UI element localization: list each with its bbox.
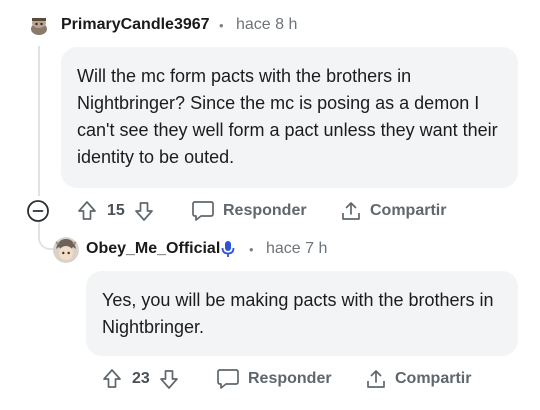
user-avatar[interactable] xyxy=(26,12,52,38)
collapse-button[interactable] xyxy=(26,199,50,228)
separator-dot: • xyxy=(219,18,224,33)
downvote-icon xyxy=(159,370,178,389)
reply-label: Responder xyxy=(248,370,332,387)
share-label: Compartir xyxy=(395,370,472,387)
comment-bubble-icon xyxy=(192,201,214,221)
upvote-icon xyxy=(78,201,96,220)
share-button[interactable]: Compartir xyxy=(340,200,446,222)
vote-controls: 15 xyxy=(76,200,155,222)
comment-body: Yes, you will be making pacts with the b… xyxy=(86,271,518,356)
share-icon xyxy=(367,370,385,388)
comment-text: Yes, you will be making pacts with the b… xyxy=(102,290,494,337)
reply-button[interactable]: Responder xyxy=(216,368,332,390)
anime-avatar-icon xyxy=(53,237,79,263)
mod-badge xyxy=(219,239,237,264)
timestamp[interactable]: hace 8 h xyxy=(236,16,297,34)
separator-dot: • xyxy=(249,242,254,257)
thread-line xyxy=(38,46,40,196)
share-label: Compartir xyxy=(370,202,447,219)
share-button[interactable]: Compartir xyxy=(365,368,471,390)
vote-score: 15 xyxy=(107,202,125,219)
microphone-icon xyxy=(221,241,235,257)
username[interactable]: PrimaryCandle3967 xyxy=(61,16,210,34)
downvote-button[interactable] xyxy=(133,200,155,222)
vote-score: 23 xyxy=(132,370,150,387)
snoo-avatar-icon xyxy=(26,12,52,38)
upvote-button[interactable] xyxy=(101,368,123,390)
user-avatar[interactable] xyxy=(53,237,79,263)
reply-button[interactable]: Responder xyxy=(191,200,307,222)
upvote-icon xyxy=(103,369,121,388)
vote-controls: 23 xyxy=(101,368,180,390)
downvote-button[interactable] xyxy=(158,368,180,390)
comment-body: Will the mc form pacts with the brothers… xyxy=(61,47,518,188)
username[interactable]: Obey_Me_Official xyxy=(86,240,220,258)
upvote-button[interactable] xyxy=(76,200,98,222)
reply-label: Responder xyxy=(223,202,307,219)
comment-bubble-icon xyxy=(217,369,239,389)
collapse-icon xyxy=(27,200,49,222)
timestamp[interactable]: hace 7 h xyxy=(266,240,327,258)
share-icon xyxy=(342,202,360,220)
downvote-icon xyxy=(134,202,153,221)
comment-text: Will the mc form pacts with the brothers… xyxy=(77,66,498,167)
